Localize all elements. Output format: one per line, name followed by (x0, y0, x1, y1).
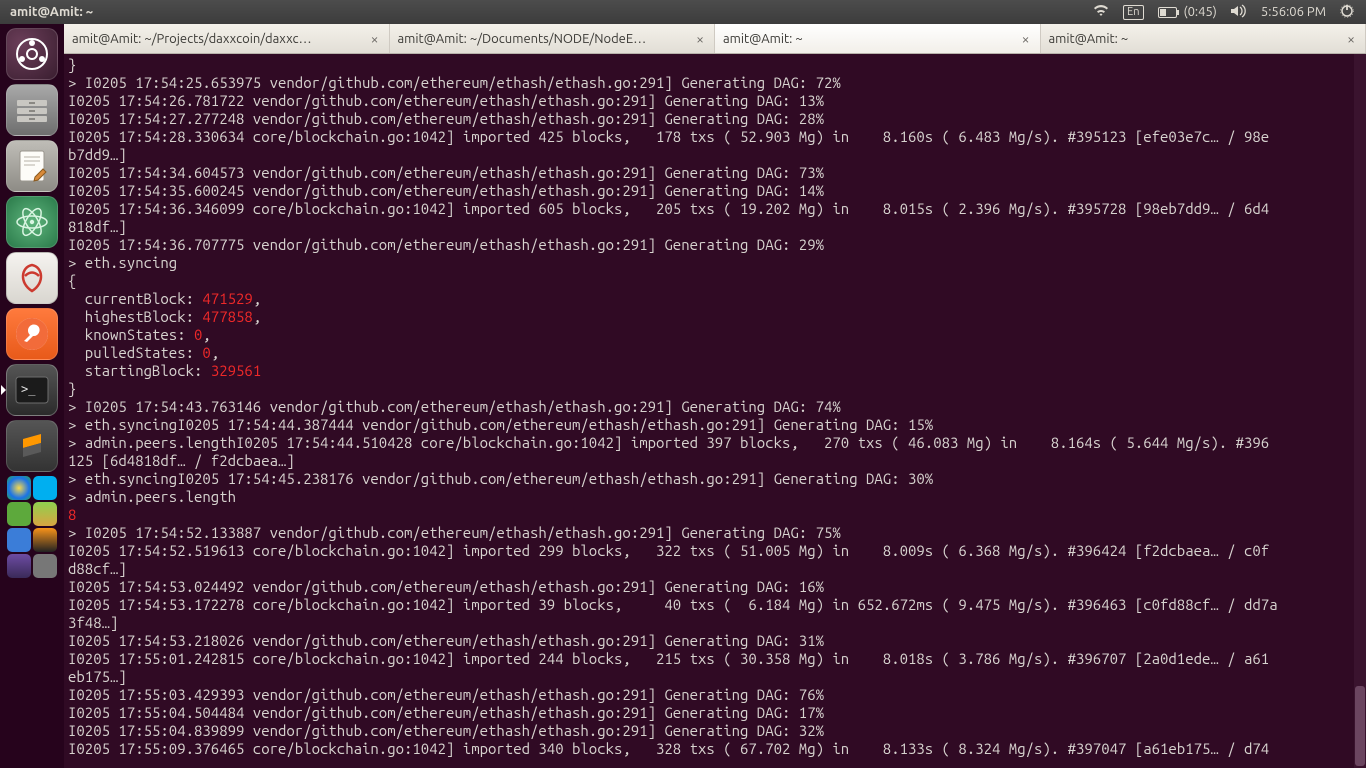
sync-starting-block: 329561 (211, 362, 261, 379)
term-line: I0205 17:54:26.781722 vendor/github.com/… (68, 92, 824, 109)
terminal-tabs: amit@Amit: ~/Projects/daxxcoin/daxxc… × … (64, 24, 1366, 54)
term-line: knownStates: 0, (68, 326, 211, 343)
term-line: I0205 17:55:09.376465 core/blockchain.go… (68, 740, 1269, 757)
tab-close-icon[interactable]: × (694, 31, 706, 47)
term-line: I0205 17:55:03.429393 vendor/github.com/… (68, 686, 824, 703)
term-line: I0205 17:54:27.277248 vendor/github.com/… (68, 110, 824, 127)
term-line: I0205 17:54:53.172278 core/blockchain.go… (68, 596, 1278, 613)
terminal-window: amit@Amit: ~/Projects/daxxcoin/daxxc… × … (64, 24, 1366, 768)
term-line: > I0205 17:54:25.653975 vendor/github.co… (68, 74, 841, 91)
term-line: I0205 17:54:52.519613 core/blockchain.go… (68, 542, 1269, 559)
term-line: { (68, 272, 76, 289)
terminal-tab[interactable]: amit@Amit: ~/Documents/NODE/NodeE… × (390, 24, 716, 53)
unity-launcher: >_ (0, 24, 64, 768)
clock[interactable]: 5:56:06 PM (1261, 5, 1326, 19)
term-line: > admin.peers.lengthI0205 17:54:44.51042… (68, 434, 1269, 451)
term-line: 3f48…] (68, 614, 118, 631)
term-line: 818df…] (68, 218, 127, 235)
tab-label: amit@Amit: ~ (723, 32, 1014, 46)
term-line: startingBlock: 329561 (68, 362, 261, 379)
term-line: > eth.syncing (68, 254, 177, 271)
indicator-area: En (0:45) 5:56:06 PM (1093, 4, 1360, 21)
term-line: pulledStates: 0, (68, 344, 219, 361)
volume-icon[interactable] (1231, 4, 1247, 21)
keyboard-indicator[interactable]: En (1123, 5, 1143, 20)
battery-indicator[interactable]: (0:45) (1158, 5, 1217, 19)
launcher-app-grey[interactable] (33, 554, 57, 578)
launcher-postman[interactable] (6, 308, 58, 360)
term-line: d88cf…] (68, 560, 127, 577)
launcher-app-notes[interactable] (33, 502, 57, 526)
term-line: > eth.syncingI0205 17:54:44.387444 vendo… (68, 416, 933, 433)
top-panel: amit@Amit: ~ En (0:45) 5:56:06 PM (0, 0, 1366, 24)
term-line: I0205 17:54:35.600245 vendor/github.com/… (68, 182, 824, 199)
term-line: > I0205 17:54:43.763146 vendor/github.co… (68, 398, 841, 415)
term-line: } (68, 380, 76, 397)
peers-length-result: 8 (68, 506, 76, 523)
sync-highest-block: 477858 (202, 308, 252, 325)
term-line: currentBlock: 471529, (68, 290, 261, 307)
term-line: } (68, 56, 76, 73)
term-line: b7dd9…] (68, 146, 127, 163)
term-line: > eth.syncingI0205 17:54:45.238176 vendo… (68, 470, 933, 487)
wifi-icon[interactable] (1093, 5, 1109, 20)
launcher-dash[interactable] (6, 28, 58, 80)
term-line: I0205 17:54:53.218026 vendor/github.com/… (68, 632, 824, 649)
term-line: I0205 17:55:01.242815 core/blockchain.go… (68, 650, 1269, 667)
launcher-sublime[interactable] (6, 420, 58, 472)
launcher-document-viewer[interactable] (6, 252, 58, 304)
term-line: 125 [6d4818df… / f2dcbaea…] (68, 452, 295, 469)
launcher-text-editor[interactable] (6, 140, 58, 192)
launcher-files[interactable] (6, 84, 58, 136)
launcher-atom[interactable] (6, 196, 58, 248)
launcher-app-green[interactable] (7, 502, 31, 526)
launcher-app-purple[interactable] (7, 554, 31, 578)
term-line: > admin.peers.length (68, 488, 236, 505)
term-line: I0205 17:54:34.604573 vendor/github.com/… (68, 164, 824, 181)
launcher-extra-apps (6, 476, 58, 578)
tab-close-icon[interactable]: × (369, 31, 381, 47)
window-title: amit@Amit: ~ (6, 5, 93, 19)
sync-current-block: 471529 (202, 290, 252, 307)
terminal-tab[interactable]: amit@Amit: ~ × (1041, 24, 1366, 53)
terminal-output[interactable]: } > I0205 17:54:25.653975 vendor/github.… (64, 54, 1366, 768)
battery-time: (0:45) (1184, 5, 1217, 19)
tab-close-icon[interactable]: × (1020, 31, 1032, 47)
sync-pulled-states: 0 (202, 344, 210, 361)
term-line: eb175…] (68, 668, 127, 685)
terminal-tab[interactable]: amit@Amit: ~/Projects/daxxcoin/daxxc… × (64, 24, 390, 53)
terminal-scrollbar[interactable] (1354, 54, 1366, 768)
term-line: I0205 17:54:36.707775 vendor/github.com/… (68, 236, 824, 253)
launcher-skype[interactable] (33, 476, 57, 500)
term-line: > I0205 17:54:52.133887 vendor/github.co… (68, 524, 841, 541)
session-icon[interactable] (1340, 4, 1354, 21)
term-line: I0205 17:55:04.839899 vendor/github.com/… (68, 722, 824, 739)
term-line: I0205 17:54:36.346099 core/blockchain.go… (68, 200, 1269, 217)
tab-label: amit@Amit: ~/Projects/daxxcoin/daxxc… (72, 32, 363, 46)
svg-text:>_: >_ (21, 382, 36, 396)
tab-label: amit@Amit: ~ (1049, 32, 1340, 46)
term-line: I0205 17:54:28.330634 core/blockchain.go… (68, 128, 1269, 145)
launcher-terminal[interactable]: >_ (6, 364, 58, 416)
term-line: highestBlock: 477858, (68, 308, 261, 325)
term-line: I0205 17:55:04.504484 vendor/github.com/… (68, 704, 824, 721)
terminal-tab[interactable]: amit@Amit: ~ × (715, 24, 1041, 53)
tab-label: amit@Amit: ~/Documents/NODE/NodeE… (398, 32, 689, 46)
scrollbar-thumb[interactable] (1355, 686, 1365, 766)
launcher-bitcoin[interactable] (33, 528, 57, 552)
launcher-app-blue[interactable] (7, 528, 31, 552)
tab-close-icon[interactable]: × (1345, 31, 1357, 47)
launcher-chrome[interactable] (7, 476, 31, 500)
term-line: I0205 17:54:53.024492 vendor/github.com/… (68, 578, 824, 595)
